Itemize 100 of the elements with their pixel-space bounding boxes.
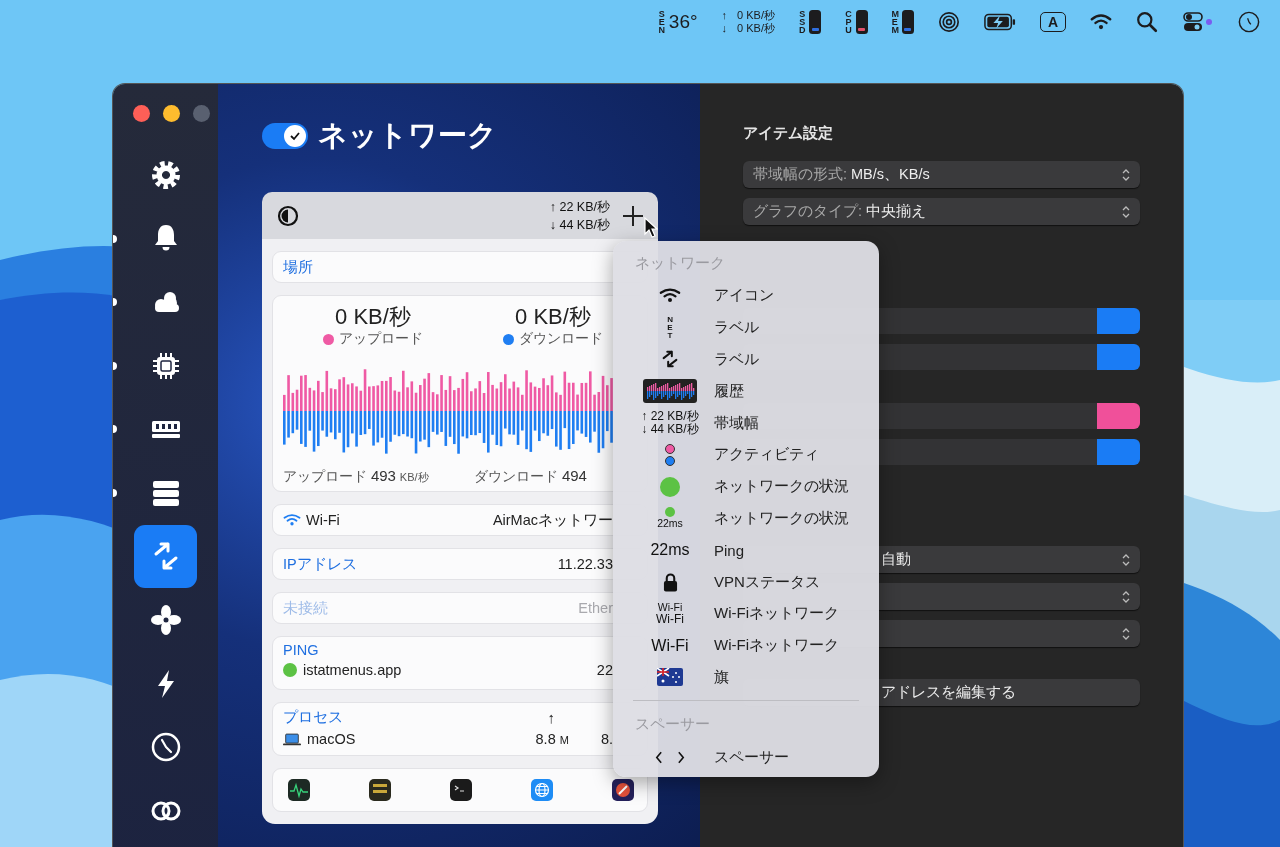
- network-speed[interactable]: 0 KB/秒: [737, 9, 775, 22]
- sensor-label: SEN: [658, 10, 665, 34]
- popup-button[interactable]: グラフのタイプ: 中央揃え: [743, 198, 1140, 225]
- speed-value: 0 KB/秒: [515, 304, 591, 330]
- compass-icon[interactable]: [612, 779, 634, 801]
- meter-label: SSD: [799, 10, 806, 34]
- network-speed[interactable]: 0 KB/秒: [737, 22, 775, 35]
- preview-text: ↑ 22 KB/秒: [641, 410, 699, 424]
- meter-label: CPU: [845, 10, 852, 34]
- preview-text: 22ms: [650, 541, 690, 560]
- row-label: 場所: [283, 257, 313, 277]
- add-icon[interactable]: [622, 204, 644, 227]
- process-name: macOS: [307, 731, 356, 747]
- popup-button[interactable]: 帯域幅の形式: MB/s、KB/s: [743, 161, 1140, 188]
- updown-chevron-icon: [1122, 204, 1130, 219]
- menu-item[interactable]: 22ms ネットワークの状況: [613, 502, 879, 535]
- console-icon[interactable]: [369, 779, 391, 801]
- menu-item[interactable]: Wi-Fi Wi-Fi Wi-Fiネットワーク: [613, 597, 879, 630]
- meter-label: MEM: [891, 10, 898, 34]
- menu-item[interactable]: スペーサー: [613, 741, 879, 774]
- menu-item[interactable]: アクティビティ: [613, 439, 879, 471]
- airdrop-icon[interactable]: [937, 11, 960, 33]
- meter-icon[interactable]: [809, 10, 822, 34]
- bandwidth-reading: ↓ 44 KB/秒: [549, 216, 610, 234]
- speed-value: 0 KB/秒: [335, 304, 411, 330]
- total-reading: アップロード 493 KB/秒: [283, 467, 430, 486]
- menu-item[interactable]: 履歴: [613, 375, 879, 408]
- temperature-reading[interactable]: 36°: [668, 11, 698, 33]
- menu-item[interactable]: ↑ 22 KB/秒 ↓ 44 KB/秒 帯域幅: [613, 407, 879, 439]
- pointer-cursor-icon: [644, 217, 658, 239]
- section-label: PING: [283, 642, 320, 658]
- search-icon[interactable]: [1136, 11, 1158, 33]
- wifi-icon: [283, 513, 301, 527]
- legend-label: ダウンロード: [519, 330, 603, 348]
- host-name: istatmenus.app: [303, 662, 402, 678]
- control-center-icon[interactable]: [1182, 11, 1214, 33]
- preview-text: Wi-Fi: [656, 613, 684, 627]
- status-dot: [660, 476, 680, 497]
- bandwidth-reading: ↑ 22 KB/秒: [549, 198, 610, 216]
- preview-text: ↓ 44 KB/秒: [641, 423, 699, 437]
- clock-icon[interactable]: [1238, 11, 1260, 33]
- chevrons-icon: [655, 749, 685, 765]
- updown-chevron-icon: [1122, 626, 1130, 641]
- input-source-indicator[interactable]: A: [1039, 12, 1066, 32]
- row-label: Wi-Fi: [306, 512, 340, 528]
- menu-section-header: スペーサー: [635, 714, 711, 735]
- status-dot: [665, 507, 675, 518]
- menu-item[interactable]: Wi-Fi Wi-Fiネットワーク: [613, 629, 879, 662]
- terminal-icon[interactable]: [450, 779, 472, 801]
- wifi-icon: [659, 287, 681, 305]
- ping-value: 22: [596, 662, 613, 678]
- fan-icon: [149, 603, 182, 636]
- contrast-icon[interactable]: [277, 204, 299, 227]
- legend-label: アップロード: [339, 330, 423, 348]
- close-button[interactable]: [133, 105, 150, 122]
- settings-icon: [149, 158, 182, 191]
- arrow-glyph: ↑: [721, 9, 728, 22]
- section-title: アイテム設定: [743, 123, 833, 143]
- transfer-arrows-icon: [660, 349, 680, 370]
- module-title: ネットワーク: [318, 118, 497, 153]
- minimize-button[interactable]: [163, 105, 180, 122]
- color-well[interactable]: [1097, 403, 1140, 429]
- flag-icon: [657, 668, 683, 687]
- globe-icon[interactable]: [531, 779, 553, 801]
- battery-charging-icon[interactable]: [983, 11, 1016, 33]
- history-graph-icon: [643, 379, 697, 404]
- menu-item[interactable]: ネットワークの状況: [613, 470, 879, 503]
- lock-icon: [662, 572, 678, 593]
- row-value: 11.22.33: [557, 556, 613, 572]
- upload-value: 8.8 M: [535, 731, 569, 747]
- updown-chevron-icon: [1122, 589, 1130, 604]
- row-label: IPアドレス: [283, 554, 357, 574]
- color-well[interactable]: [1097, 308, 1140, 334]
- preview-text: Wi-Fi: [657, 601, 683, 614]
- preview-text: Wi-Fi: [651, 636, 689, 655]
- laptop-icon: [283, 732, 301, 746]
- color-well[interactable]: [1097, 344, 1140, 370]
- menu-item[interactable]: ラベル: [613, 343, 879, 376]
- menu-item[interactable]: NET ラベル: [613, 311, 879, 344]
- updown-chevron-icon: [1122, 552, 1130, 567]
- menu-section-header: ネットワーク: [635, 253, 726, 273]
- gauge-icon: [149, 731, 182, 764]
- module-toggle[interactable]: [262, 123, 308, 149]
- net-label: NET: [667, 315, 673, 340]
- preview-text: 22ms: [657, 517, 683, 530]
- updown-chevron-icon: [1122, 167, 1130, 182]
- activity-dots-icon: [664, 442, 676, 467]
- row-value: Ether: [578, 600, 613, 616]
- arrow-glyph: ↓: [721, 22, 728, 35]
- color-well[interactable]: [1097, 439, 1140, 465]
- menu-item[interactable]: アイコン: [613, 280, 879, 312]
- download-value: 8.: [600, 731, 613, 747]
- total-reading: ダウンロード 494: [474, 467, 588, 486]
- row-label: 未接続: [283, 598, 328, 618]
- section-label: プロセス: [283, 708, 343, 727]
- row-value: AirMacネットワー: [492, 510, 613, 530]
- sidebar-item[interactable]: [134, 524, 197, 588]
- activity-monitor-icon[interactable]: [288, 779, 310, 801]
- column-header: ↑: [547, 709, 555, 726]
- checkmark-icon: [289, 130, 301, 142]
